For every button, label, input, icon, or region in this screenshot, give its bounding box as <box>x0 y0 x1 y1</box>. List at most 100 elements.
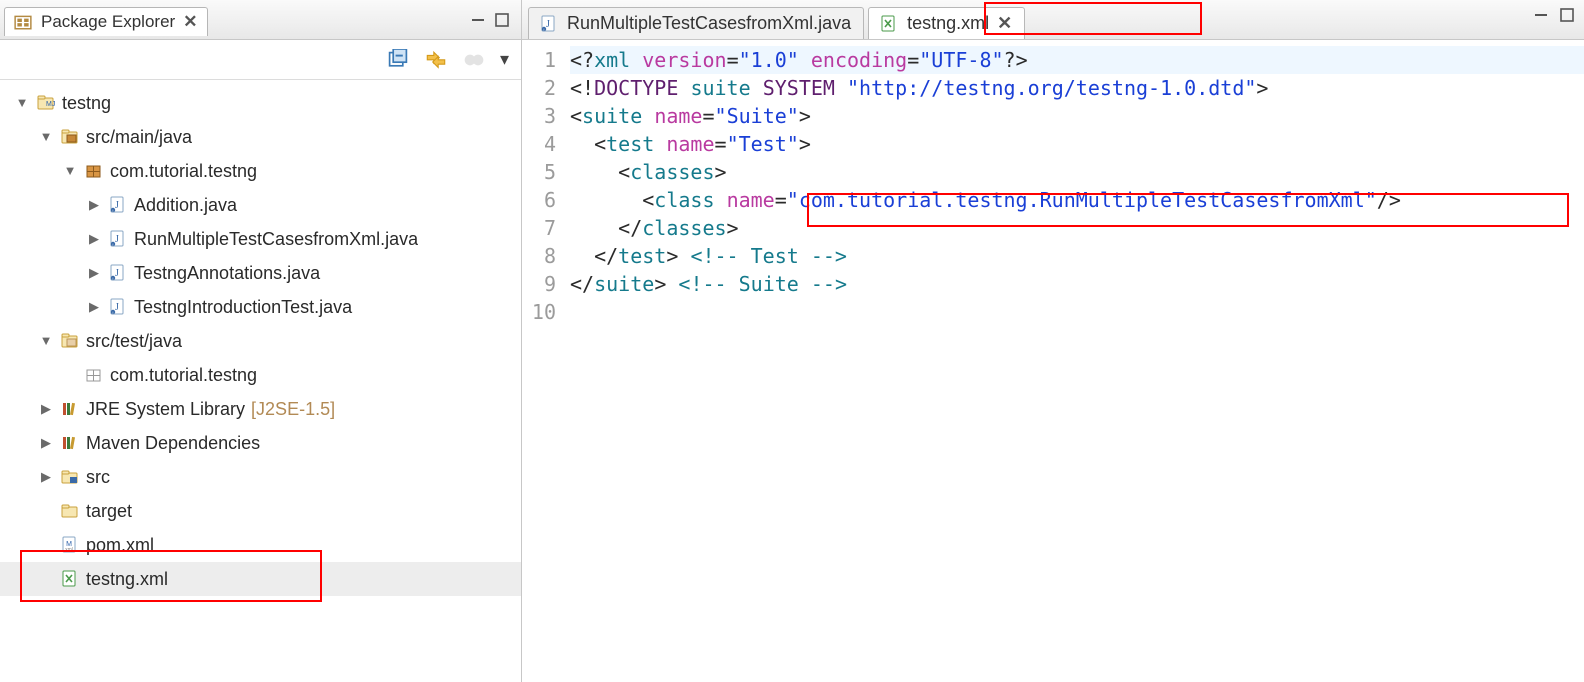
token-str: "1.0" <box>739 48 799 72</box>
folder-icon <box>60 501 80 521</box>
chevron-down-icon[interactable]: ▼ <box>62 159 78 182</box>
line-number: 1 <box>522 46 556 74</box>
chevron-down-icon[interactable]: ▼ <box>14 91 30 114</box>
tree-item-label: Addition.java <box>134 189 237 221</box>
token-str: "Suite" <box>715 104 799 128</box>
token-t: </ <box>570 244 618 268</box>
code-content[interactable]: <?xml version="1.0" encoding="UTF-8"?><!… <box>566 40 1584 682</box>
xml-g-icon <box>60 569 80 589</box>
tree-item-label: Maven Dependencies <box>86 427 260 459</box>
minimize-icon[interactable] <box>1532 6 1550 24</box>
tree-item-label: com.tutorial.testng <box>110 359 257 391</box>
line-number: 9 <box>522 270 556 298</box>
tree-item[interactable]: ▶JiAddition.java <box>0 188 521 222</box>
editor-tab[interactable]: JiRunMultipleTestCasesfromXml.java <box>528 7 864 39</box>
token-attr: name <box>654 104 702 128</box>
line-number: 7 <box>522 214 556 242</box>
line-number: 2 <box>522 74 556 102</box>
link-with-editor-icon[interactable] <box>424 49 448 71</box>
token-t <box>715 188 727 212</box>
token-kw: DOCTYPE <box>594 76 678 100</box>
editor-area[interactable]: 12345678910 <?xml version="1.0" encoding… <box>522 40 1584 682</box>
tree-item[interactable]: ▼ src/main/java <box>0 120 521 154</box>
tree-item-label: TestngIntroductionTest.java <box>134 291 352 323</box>
view-toolbar-buttons <box>469 11 515 29</box>
tree-item-label: src/main/java <box>86 121 192 153</box>
code-line[interactable]: <test name="Test"> <box>570 130 1584 158</box>
tree-item[interactable]: ▼MJtestng <box>0 86 521 120</box>
close-icon[interactable]: ✕ <box>183 12 197 32</box>
token-t: = <box>907 48 919 72</box>
view-menu-icon[interactable]: ▾ <box>500 49 509 70</box>
token-tag: suite <box>582 104 642 128</box>
folder-s-icon <box>60 467 80 487</box>
chevron-down-icon[interactable]: ▼ <box>38 125 54 148</box>
xml-g-icon <box>879 14 899 34</box>
code-line[interactable]: <class name="com.tutorial.testng.RunMult… <box>570 186 1584 214</box>
code-line[interactable]: <!DOCTYPE suite SYSTEM "http://testng.or… <box>570 74 1584 102</box>
tree-item[interactable]: ▶target <box>0 494 521 528</box>
tree-item[interactable]: ▼src/test/java <box>0 324 521 358</box>
close-icon[interactable]: ✕ <box>997 13 1012 34</box>
token-t: > <box>799 132 811 156</box>
line-number: 3 <box>522 102 556 130</box>
chevron-right-icon[interactable]: ▶ <box>86 193 102 216</box>
token-attr: name <box>666 132 714 156</box>
token-cmt: <!-- Test --> <box>690 244 847 268</box>
token-t: /> <box>1377 188 1401 212</box>
chevron-down-icon[interactable]: ▼ <box>38 329 54 352</box>
editor-pane: JiRunMultipleTestCasesfromXml.javatestng… <box>522 0 1584 682</box>
svg-text:J: J <box>546 19 550 30</box>
code-line[interactable]: </classes> <box>570 214 1584 242</box>
package-explorer-view: Package Explorer ✕ ▾ ▼MJtestng▼src <box>0 0 522 682</box>
token-str: "http://testng.org/testng-1.0.dtd" <box>847 76 1256 100</box>
editor-tab-label: RunMultipleTestCasesfromXml.java <box>567 13 851 34</box>
minimize-icon[interactable] <box>469 11 487 29</box>
tree-item[interactable]: ▼com.tutorial.testng <box>0 154 521 188</box>
tree-item-label: RunMultipleTestCasesfromXml.java <box>134 223 418 255</box>
token-kw: SYSTEM <box>763 76 835 100</box>
code-line[interactable]: </suite> <!-- Suite --> <box>570 270 1584 298</box>
chevron-right-icon[interactable]: ▶ <box>38 431 54 454</box>
tree-item[interactable]: ▶Mxmlpom.xml <box>0 528 521 562</box>
token-t <box>630 48 642 72</box>
maximize-icon[interactable] <box>493 11 511 29</box>
tree-item[interactable]: ▶JiTestngIntroductionTest.java <box>0 290 521 324</box>
token-t: > <box>666 244 690 268</box>
token-t <box>751 76 763 100</box>
code-line[interactable]: </test> <!-- Test --> <box>570 242 1584 270</box>
code-line[interactable] <box>570 298 1584 326</box>
tree-item[interactable]: ▶ Ji RunMultipleTestCasesfromXml.java <box>0 222 521 256</box>
library-icon <box>60 433 80 453</box>
code-line[interactable]: <?xml version="1.0" encoding="UTF-8"?> <box>570 46 1584 74</box>
tree-item[interactable]: ▶src <box>0 460 521 494</box>
chevron-right-icon[interactable]: ▶ <box>86 295 102 318</box>
editor-tab[interactable]: testng.xml ✕ <box>868 7 1025 39</box>
code-line[interactable]: <suite name="Suite"> <box>570 102 1584 130</box>
chevron-right-icon[interactable]: ▶ <box>86 227 102 250</box>
token-attr: version <box>642 48 726 72</box>
package-tree[interactable]: ▼MJtestng▼src/main/java▼com.tutorial.tes… <box>0 80 521 616</box>
chevron-right-icon[interactable]: ▶ <box>38 397 54 420</box>
code-line[interactable]: <classes> <box>570 158 1584 186</box>
chevron-right-icon[interactable]: ▶ <box>38 465 54 488</box>
line-number: 10 <box>522 298 556 326</box>
tree-item-label: JRE System Library <box>86 393 245 425</box>
maximize-icon[interactable] <box>1558 6 1576 24</box>
chevron-right-icon[interactable]: ▶ <box>86 261 102 284</box>
collapse-all-icon[interactable] <box>386 49 410 71</box>
line-number: 6 <box>522 186 556 214</box>
tree-item[interactable]: ▶JRE System Library [J2SE-1.5] <box>0 392 521 426</box>
tree-item[interactable]: ▶testng.xml <box>0 562 521 596</box>
tree-item[interactable]: ▶com.tutorial.testng <box>0 358 521 392</box>
tree-item[interactable]: ▶ Maven Dependencies <box>0 426 521 460</box>
editor-tab-label: testng.xml <box>907 13 989 34</box>
tree-item[interactable]: ▶JiTestngAnnotations.java <box>0 256 521 290</box>
token-t: > <box>799 104 811 128</box>
view-tab-package-explorer[interactable]: Package Explorer ✕ <box>4 7 208 36</box>
java-icon: Ji <box>108 229 128 249</box>
token-tag: classes <box>630 160 714 184</box>
token-t: <? <box>570 48 594 72</box>
xml-m-icon: Mxml <box>60 535 80 555</box>
token-tag: class <box>654 188 714 212</box>
